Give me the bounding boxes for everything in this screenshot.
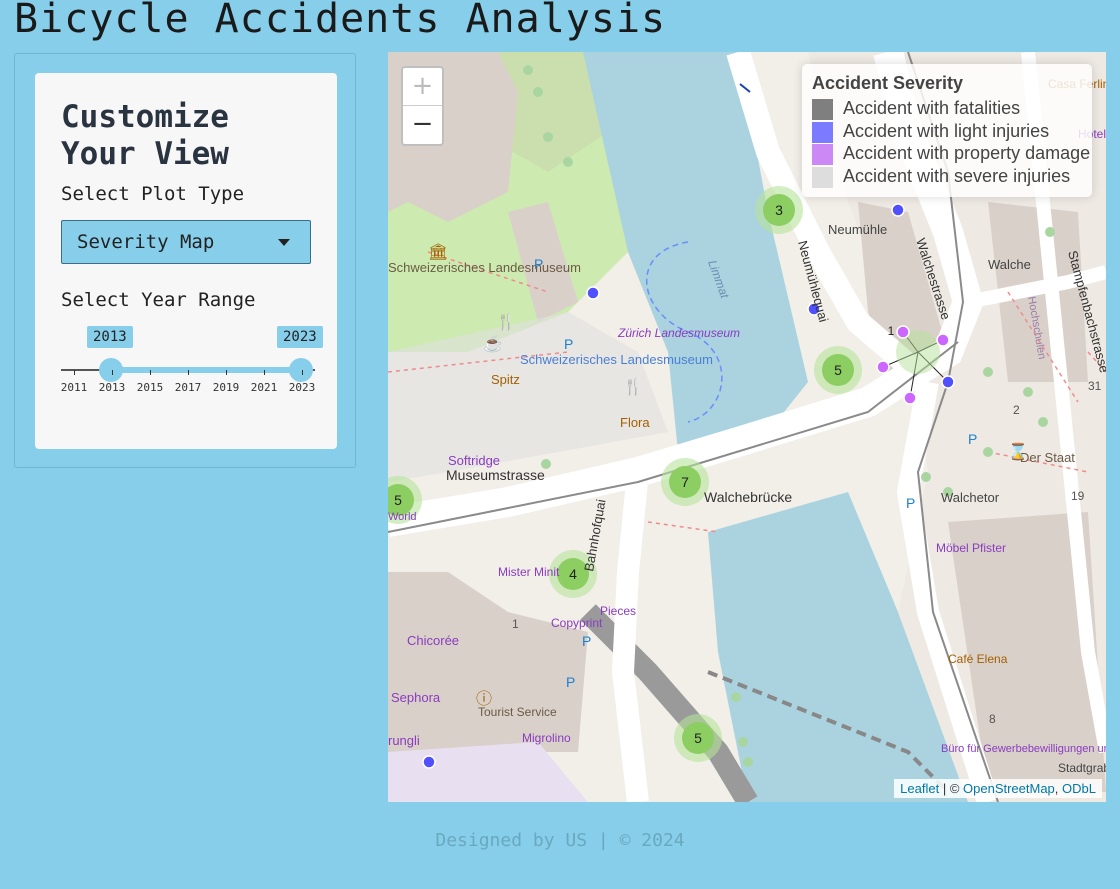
year-max-tag: 2023 <box>277 326 323 348</box>
bike-parking-icon: P <box>566 674 575 690</box>
map-label: World <box>388 511 417 523</box>
map-label: Büro für Gewerbebewilligungen und Beglau… <box>941 743 1106 755</box>
parking-icon: P <box>564 336 573 352</box>
restaurant-icon: 🍴 <box>623 377 643 396</box>
year-range-label: Select Year Range <box>61 289 256 311</box>
slider-tick <box>188 370 189 375</box>
legend-label: Accident with light injuries <box>843 121 1050 141</box>
map-label: Walchetor <box>941 490 1000 505</box>
monument-icon: ⌛ <box>1008 442 1028 461</box>
legend-label: Accident with property damage <box>843 143 1091 163</box>
bike-parking-icon: P <box>534 256 543 272</box>
legend-swatch <box>812 99 833 120</box>
museum-icon: 🏛 <box>428 243 448 261</box>
legend-swatch <box>812 144 833 165</box>
attribution-separator: | © <box>939 781 964 796</box>
controls-card: Customize Your View Select Plot Type Sev… <box>35 73 337 449</box>
cluster-count[interactable]: 5 <box>834 362 842 378</box>
slider-tick-label: 2017 <box>174 381 202 394</box>
bike-parking-icon: P <box>582 633 591 649</box>
plot-type-label: Select Plot Type <box>61 183 245 205</box>
map-label: Museumstrasse <box>446 467 545 483</box>
slider-selected-range <box>111 367 301 373</box>
legend-swatch <box>812 122 833 143</box>
osm-link[interactable]: OpenStreetMap <box>963 781 1055 796</box>
map-label: Pieces <box>600 604 636 618</box>
bike-parking-icon: P <box>906 495 915 511</box>
slider-tick <box>150 370 151 375</box>
map-attribution: Leaflet | © OpenStreetMap, ODbL <box>894 779 1102 798</box>
slider-min-handle[interactable] <box>99 358 123 382</box>
map-label: Zürich Landesmuseum <box>617 326 740 340</box>
year-range-slider[interactable]: 2013 2023 2011 2013 2015 2017 2019 2021 … <box>60 323 323 403</box>
map-label: Spitz <box>491 372 520 387</box>
slider-tick-label: 2013 <box>98 381 126 394</box>
map-label: Flora <box>620 415 650 430</box>
chevron-down-icon <box>278 239 290 246</box>
map-label: Möbel Pfister <box>936 541 1006 555</box>
map-label: Copyprint <box>551 616 603 630</box>
zoom-control: + − <box>401 66 444 146</box>
slider-tick <box>112 370 113 375</box>
slider-tick-label: 2015 <box>136 381 164 394</box>
parking-icon: P <box>968 431 977 447</box>
map-label: rungli <box>388 733 420 748</box>
cluster-count[interactable]: 4 <box>569 566 577 582</box>
slider-tick-label: 2023 <box>288 381 316 394</box>
legend-label: Accident with fatalities <box>843 98 1021 118</box>
sidebar-panel: Customize Your View Select Plot Type Sev… <box>14 53 356 468</box>
legend-title: Accident Severity <box>812 73 964 93</box>
map-label: 31 <box>1088 379 1102 393</box>
severity-map[interactable]: 3 5 7 5 4 5 1 Schweizerisches Landesmuse… <box>388 52 1106 802</box>
footer-text: Designed by US | © 2024 <box>435 830 685 851</box>
cluster-count[interactable]: 5 <box>394 492 402 508</box>
slider-tick <box>74 370 75 375</box>
cluster-count[interactable]: 5 <box>694 730 702 746</box>
map-label: 1 <box>512 617 519 631</box>
map-label: Sephora <box>391 690 441 705</box>
map-label: Softridge <box>448 453 500 468</box>
map-label: 8 <box>989 712 996 726</box>
slider-tick-label: 2019 <box>212 381 240 394</box>
controls-heading: Customize Your View <box>61 99 229 172</box>
plot-type-select[interactable]: Severity Map <box>61 220 311 264</box>
odbl-link[interactable]: ODbL <box>1062 781 1096 796</box>
slider-tick-label: 2011 <box>60 381 88 394</box>
map-label: Chicorée <box>407 633 459 648</box>
map-label: Schweizerisches Landesmuseum <box>520 352 713 367</box>
info-icon: ⓘ <box>476 690 492 708</box>
app-title: Bicycle Accidents Analysis <box>14 0 667 42</box>
map-label: Mister Minit <box>498 565 560 579</box>
plot-type-value: Severity Map <box>77 231 215 253</box>
cluster-count[interactable]: 7 <box>681 474 689 490</box>
map-label: Walchebrücke <box>704 489 792 505</box>
slider-tick <box>302 370 303 375</box>
severity-legend: Accident Severity Accident with fataliti… <box>802 64 1092 197</box>
map-label: Der Staat <box>1020 450 1075 465</box>
cluster-count[interactable]: 3 <box>775 202 783 218</box>
spider-count: 1 <box>888 324 895 338</box>
legend-label: Accident with severe injuries <box>843 166 1071 186</box>
map-label: Neumühle <box>828 222 887 237</box>
slider-max-handle[interactable] <box>289 358 313 382</box>
attribution-comma: , <box>1054 781 1063 796</box>
map-label: Schweizerisches Landesmuseum <box>388 260 581 275</box>
map-label: Stadtgraben <box>1058 761 1106 775</box>
map-label: 19 <box>1071 489 1085 503</box>
map-label: Migrolino <box>522 731 571 745</box>
map-label: Café Elena <box>948 652 1008 666</box>
map-label: Walche <box>988 257 1031 272</box>
slider-tick <box>264 370 265 375</box>
slider-tick-label: 2021 <box>250 381 278 394</box>
restaurant-icon: 🍴 <box>496 312 516 331</box>
slider-tick <box>226 370 227 375</box>
leaflet-link[interactable]: Leaflet <box>900 781 939 796</box>
cafe-icon: ☕ <box>483 334 503 353</box>
map-label: 2 <box>1013 403 1020 417</box>
zoom-out-button[interactable]: − <box>403 106 442 143</box>
legend-swatch <box>812 167 833 188</box>
zoom-in-button[interactable]: + <box>403 68 442 106</box>
year-min-tag: 2013 <box>87 326 133 348</box>
